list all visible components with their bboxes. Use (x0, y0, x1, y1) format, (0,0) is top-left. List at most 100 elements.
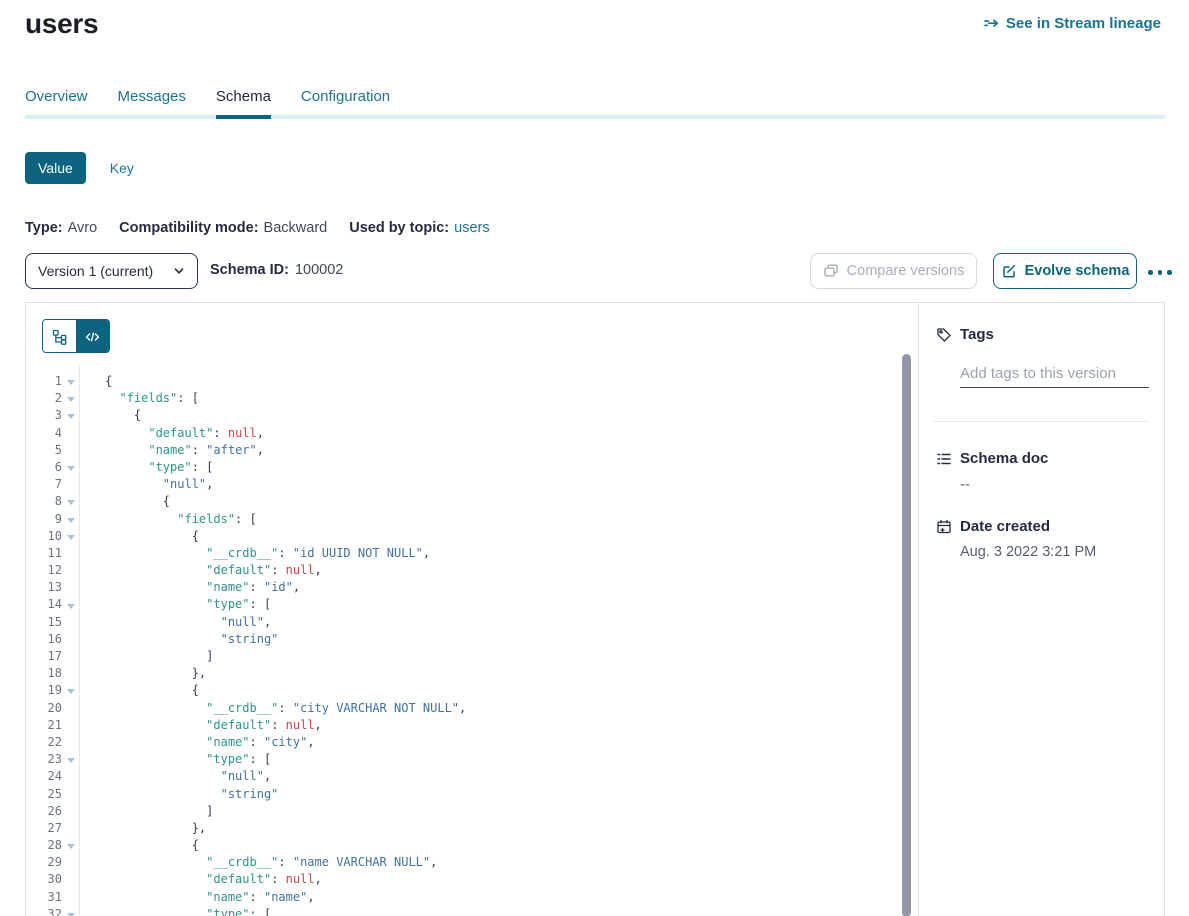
date-created-section-header: Date created (936, 518, 1050, 535)
code-line: 18 }, (26, 665, 919, 682)
tags-title: Tags (960, 326, 994, 343)
code-line-text: "default": null, (79, 871, 322, 888)
fold-spacer (62, 545, 79, 562)
fold-arrow-icon[interactable] (62, 511, 79, 528)
code-line-text: "name": "after", (79, 442, 264, 459)
code-line-text: "fields": [ (79, 390, 199, 407)
meta-label: Used by topic: (349, 220, 449, 236)
line-number: 16 (26, 631, 62, 648)
fold-arrow-icon[interactable] (62, 493, 79, 510)
version-select[interactable]: Version 1 (current) (25, 253, 198, 289)
schema-toggle-value[interactable]: Value (25, 152, 86, 184)
stream-lineage-link[interactable]: See in Stream lineage (984, 15, 1161, 32)
chevron-down-icon (173, 265, 185, 277)
topic-link[interactable]: users (454, 220, 489, 236)
code-line: 5 "name": "after", (26, 442, 919, 459)
code-line-text: "null", (79, 614, 271, 631)
code-line: 11 "__crdb__": "id UUID NOT NULL", (26, 545, 919, 562)
compare-versions-button[interactable]: Compare versions (810, 253, 977, 289)
schema-panel: 1{2 "fields": [3 {4 "default": null,5 "n… (25, 302, 1165, 916)
code-line: 8 { (26, 493, 919, 510)
meta-item: Used by topic: users (349, 220, 489, 236)
details-sidebar: Tags Schema doc -- (919, 303, 1164, 916)
tab-bar: Overview Messages Schema Configuration (25, 88, 390, 115)
line-number: 22 (26, 734, 62, 751)
tab-overview[interactable]: Overview (25, 88, 88, 115)
fold-spacer (62, 768, 79, 785)
code-line: 30 "default": null, (26, 871, 919, 888)
code-editor[interactable]: 1{2 "fields": [3 {4 "default": null,5 "n… (26, 373, 919, 916)
fold-arrow-icon[interactable] (62, 751, 79, 768)
line-number: 8 (26, 493, 62, 510)
tab-schema[interactable]: Schema (216, 88, 271, 115)
code-line: 6 "type": [ (26, 459, 919, 476)
compare-versions-label: Compare versions (847, 263, 965, 279)
tags-input[interactable] (960, 360, 1149, 388)
schema-id-value: 100002 (295, 262, 343, 278)
more-options-button[interactable] (1146, 266, 1174, 279)
code-line: 3 { (26, 407, 919, 424)
code-line-text: { (79, 407, 141, 424)
code-line: 17 ] (26, 648, 919, 665)
schema-page: users See in Stream lineage Overview Mess… (0, 0, 1189, 916)
code-line-text: ] (79, 803, 213, 820)
line-number: 13 (26, 579, 62, 596)
code-line: 26 ] (26, 803, 919, 820)
tab-underline-track (25, 115, 1165, 119)
page-title: users (25, 8, 98, 40)
line-number: 27 (26, 820, 62, 837)
code-line-text: "name": "id", (79, 579, 300, 596)
fold-arrow-icon[interactable] (62, 682, 79, 699)
code-line-text: "name": "city", (79, 734, 315, 751)
fold-spacer (62, 820, 79, 837)
code-line-text: "string" (79, 631, 278, 648)
line-number: 7 (26, 476, 62, 493)
date-created-value: Aug. 3 2022 3:21 PM (960, 544, 1096, 560)
code-line-text: "type": [ (79, 751, 271, 768)
schema-id-label: Schema ID: (210, 262, 289, 278)
tab-messages[interactable]: Messages (118, 88, 186, 115)
schema-meta-row: Type:Avro Compatibility mode:Backward Used… (25, 220, 490, 236)
fold-arrow-icon[interactable] (62, 528, 79, 545)
code-line-text: "name": "name", (79, 889, 315, 906)
code-line: 19 { (26, 682, 919, 699)
code-line: 22 "name": "city", (26, 734, 919, 751)
date-created-title: Date created (960, 518, 1050, 535)
meta-item: Compatibility mode:Backward (119, 220, 327, 236)
line-number: 18 (26, 665, 62, 682)
code-line-text: }, (79, 820, 206, 837)
tree-view-icon (52, 329, 68, 345)
schema-view-toggle (42, 319, 110, 353)
value-key-toggle: Value Key (25, 152, 134, 184)
fold-spacer (62, 700, 79, 717)
meta-label: Compatibility mode: (119, 220, 258, 236)
code-view-button[interactable] (76, 320, 109, 353)
fold-arrow-icon[interactable] (62, 837, 79, 854)
fold-arrow-icon[interactable] (62, 373, 79, 390)
ellipsis-icon (1148, 270, 1153, 275)
schema-toggle-key[interactable]: Key (110, 160, 134, 176)
code-line: 32 "type": [ (26, 906, 919, 916)
fold-arrow-icon[interactable] (62, 407, 79, 424)
tree-view-button[interactable] (43, 320, 76, 353)
fold-arrow-icon[interactable] (62, 906, 79, 916)
evolve-schema-button[interactable]: Evolve schema (993, 253, 1137, 289)
code-line: 14 "type": [ (26, 596, 919, 613)
code-line-text: "type": [ (79, 596, 271, 613)
editor-vertical-scrollbar[interactable] (902, 354, 911, 916)
fold-arrow-icon[interactable] (62, 459, 79, 476)
fold-spacer (62, 871, 79, 888)
line-number: 11 (26, 545, 62, 562)
code-line-text: }, (79, 665, 206, 682)
line-number: 4 (26, 425, 62, 442)
fold-spacer (62, 889, 79, 906)
line-number: 30 (26, 871, 62, 888)
fold-arrow-icon[interactable] (62, 390, 79, 407)
schema-toolbar: Version 1 (current) Schema ID: 100002 Co… (25, 253, 1165, 289)
code-line: 23 "type": [ (26, 751, 919, 768)
code-line-text: "type": [ (79, 906, 271, 916)
tab-configuration[interactable]: Configuration (301, 88, 390, 115)
meta-item: Type:Avro (25, 220, 97, 236)
code-line: 13 "name": "id", (26, 579, 919, 596)
fold-arrow-icon[interactable] (62, 596, 79, 613)
